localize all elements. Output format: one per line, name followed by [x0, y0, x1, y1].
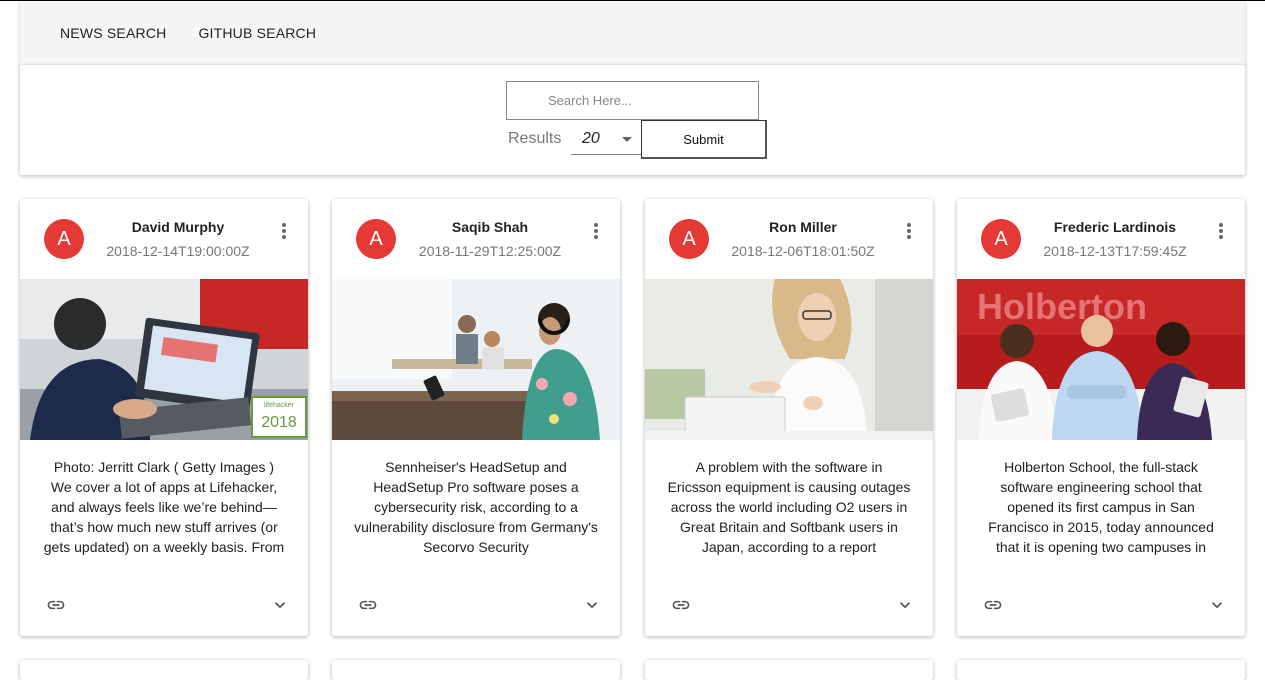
card-date: 2018-12-06T18:01:50Z — [731, 243, 875, 259]
news-card-partial — [645, 660, 933, 680]
search-panel: Results 20 Submit — [20, 65, 1245, 175]
more-vert-icon[interactable] — [1219, 223, 1223, 239]
results-label: Results — [508, 130, 562, 147]
expand-more-icon[interactable] — [582, 595, 602, 615]
card-image[interactable]: lifehacker 2018 — [20, 279, 308, 440]
avatar: A — [356, 219, 396, 259]
avatar: A — [981, 219, 1021, 259]
more-vert-icon[interactable] — [282, 223, 286, 239]
card-author: Frederic Lardinois — [1053, 219, 1177, 235]
news-card: A David Murphy 2018-12-14T19:00:00Z life… — [20, 199, 308, 636]
github-search-tab[interactable]: GITHUB SEARCH — [182, 19, 332, 47]
avatar: A — [44, 219, 84, 259]
search-input[interactable] — [506, 81, 759, 120]
card-image[interactable] — [332, 279, 620, 440]
card-author: Ron Miller — [769, 219, 837, 235]
dropdown-arrow-icon — [622, 137, 632, 142]
card-image[interactable] — [645, 279, 933, 440]
card-date: 2018-12-14T19:00:00Z — [106, 243, 250, 259]
sign-text: Holberton — [977, 286, 1147, 327]
link-icon[interactable] — [44, 595, 68, 615]
card-author: David Murphy — [131, 219, 225, 235]
news-card-partial — [957, 660, 1245, 680]
card-date: 2018-12-13T17:59:45Z — [1043, 243, 1187, 259]
news-card: A Saqib Shah 2018-11-29T12:25:00Z Sennhe… — [332, 199, 620, 636]
news-search-tab[interactable]: NEWS SEARCH — [44, 19, 182, 47]
link-icon[interactable] — [356, 595, 380, 615]
news-card-partial — [20, 660, 308, 680]
card-description: Photo: Jerritt Clark ( Getty Images ) We… — [43, 459, 285, 555]
more-vert-icon[interactable] — [594, 223, 598, 239]
card-image[interactable]: Holberton — [957, 279, 1245, 440]
expand-more-icon[interactable] — [1207, 595, 1227, 615]
card-description: Holberton School, the full-stack softwar… — [988, 459, 1214, 555]
app-bar: NEWS SEARCH GITHUB SEARCH — [20, 1, 1245, 65]
avatar: A — [669, 219, 709, 259]
results-count-value: 20 — [582, 129, 600, 147]
link-icon[interactable] — [669, 595, 693, 615]
badge-year: 2018 — [261, 414, 297, 431]
news-card-partial — [332, 660, 620, 680]
more-vert-icon[interactable] — [907, 223, 911, 239]
card-date: 2018-11-29T12:25:00Z — [418, 243, 562, 259]
card-author: Saqib Shah — [451, 219, 529, 235]
card-description: Sennheiser's HeadSetup and HeadSetup Pro… — [354, 459, 598, 555]
badge-text: lifehacker — [264, 402, 295, 409]
news-card: A Frederic Lardinois 2018-12-13T17:59:45… — [957, 199, 1245, 636]
expand-more-icon[interactable] — [270, 595, 290, 615]
submit-button[interactable]: Submit — [641, 120, 767, 159]
expand-more-icon[interactable] — [895, 595, 915, 615]
card-description: A problem with the software in Ericsson … — [667, 459, 911, 555]
news-card: A Ron Miller 2018-12-06T18:01:50Z A prob… — [645, 199, 933, 636]
link-icon[interactable] — [981, 595, 1005, 615]
results-count-select[interactable]: 20 — [571, 123, 641, 155]
